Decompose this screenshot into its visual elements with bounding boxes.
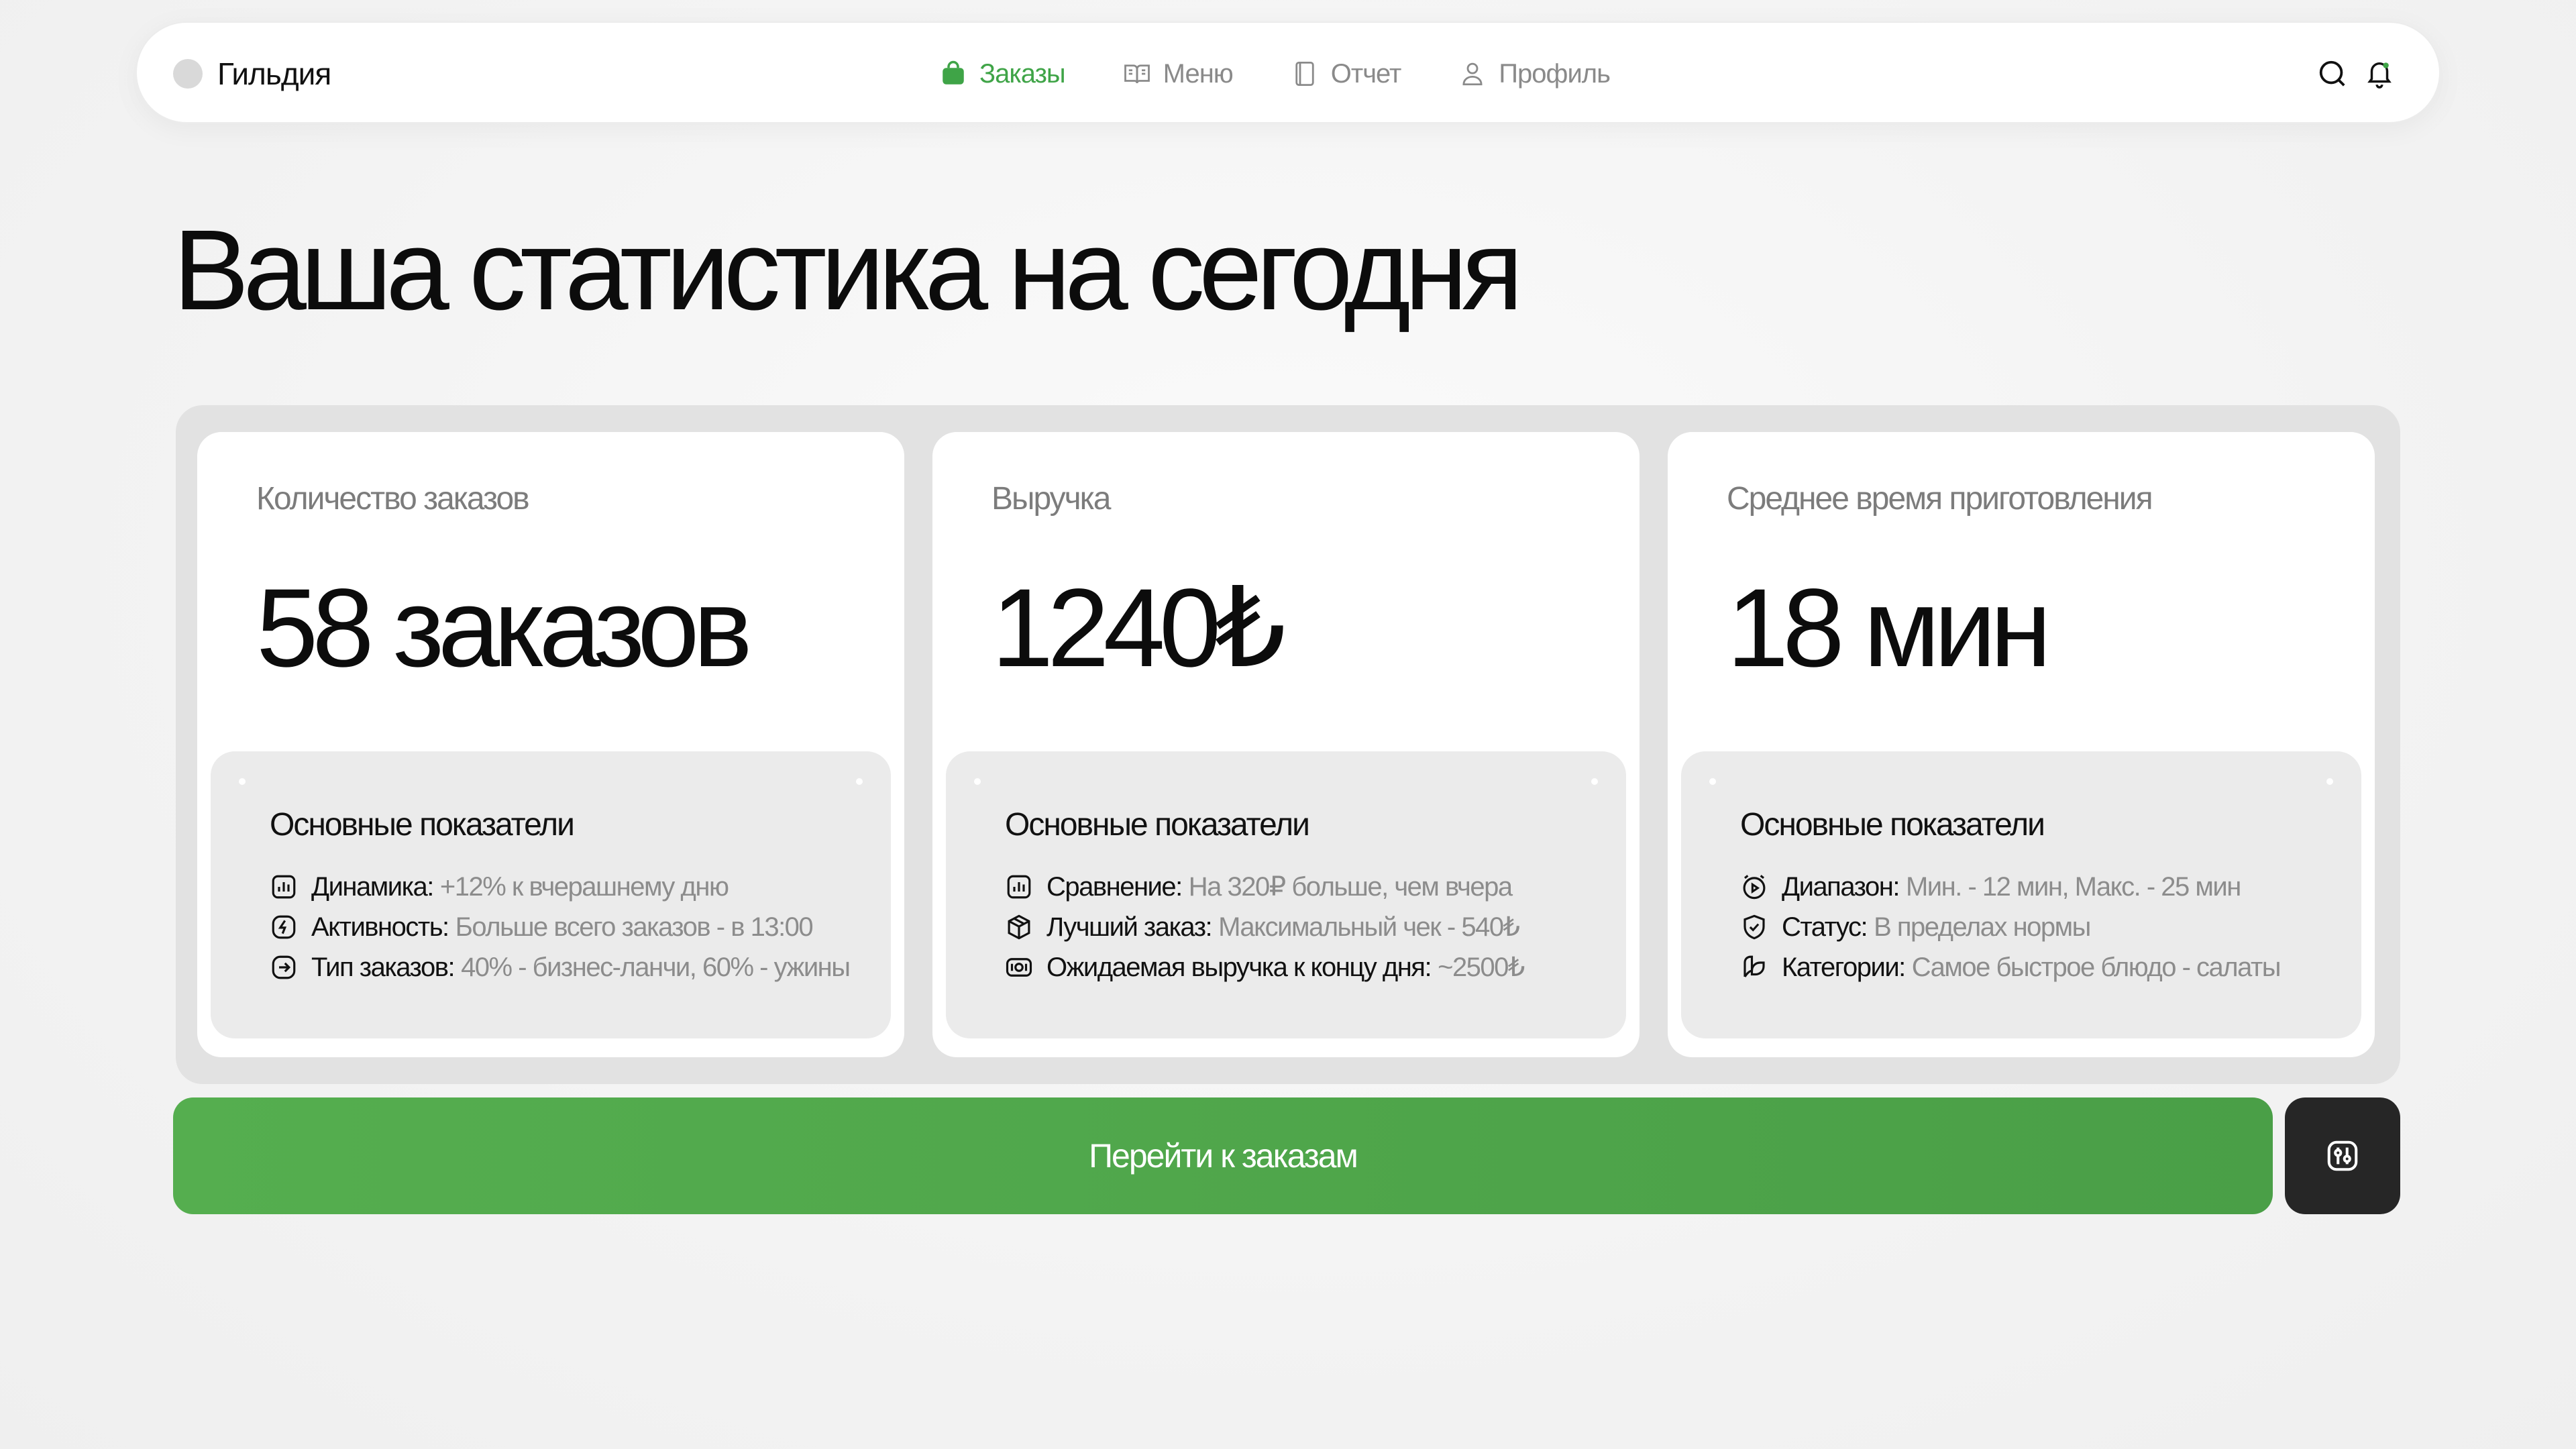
sliders-icon xyxy=(2327,1140,2358,1171)
details-title: Основные показатели xyxy=(1005,807,1310,843)
shopping-bag-icon xyxy=(943,60,964,85)
nav-links: Заказы Меню Отчет Профиль xyxy=(939,23,1611,125)
detail-value: Мин. - 12 мин, Макс. - 25 мин xyxy=(1905,871,2241,902)
detail-row: Лучший заказ: Максимальный чек - 540₺ xyxy=(1005,907,1524,947)
nav-item-profile[interactable]: Профиль xyxy=(1458,58,1611,89)
user-icon xyxy=(1462,62,1483,86)
card-value: 1240₺ xyxy=(991,566,1286,690)
nav-item-label: Заказы xyxy=(979,58,1066,89)
bell-icon[interactable] xyxy=(2364,58,2395,89)
go-to-orders-button[interactable]: Перейти к заказам xyxy=(173,1097,2273,1214)
card-label: Количество заказов xyxy=(256,481,530,517)
brand-logo xyxy=(173,59,203,89)
card-label: Среднее время приготовления xyxy=(1727,481,2153,517)
detail-key: Динамика: xyxy=(311,871,434,902)
detail-row: Активность: Больше всего заказов - в 13:… xyxy=(270,907,850,947)
nav-item-orders[interactable]: Заказы xyxy=(939,58,1066,89)
detail-key: Тип заказов: xyxy=(311,952,455,982)
detail-value: ~2500₺ xyxy=(1438,953,1525,982)
filter-settings-button[interactable] xyxy=(2285,1097,2400,1214)
search-icon[interactable] xyxy=(2317,58,2348,89)
shield-check-icon xyxy=(1743,914,1765,940)
detail-row: Статус: В пределах нормы xyxy=(1740,907,2280,947)
decor-dot xyxy=(2326,778,2333,785)
detail-key: Ожидаемая выручка к концу дня: xyxy=(1046,952,1432,982)
decor-dot xyxy=(856,778,863,785)
nav-item-report[interactable]: Отчет xyxy=(1291,59,1401,89)
card-label: Выручка xyxy=(991,481,1111,517)
card-details: Основные показатели Сравнение: На 320₽ б… xyxy=(946,751,1626,1038)
arrow-right-square-icon xyxy=(272,955,296,979)
detail-key: Активность: xyxy=(311,912,449,942)
detail-key: Категории: xyxy=(1782,952,1906,982)
revenue-card: Выручка 1240₺ Основные показатели Сравне… xyxy=(932,432,1640,1057)
lightning-icon xyxy=(272,915,296,939)
nav-item-label: Отчет xyxy=(1330,58,1402,89)
decor-dot xyxy=(1709,778,1716,785)
detail-value: 40% - бизнес-ланчи, 60% - ужины xyxy=(461,952,851,982)
nav-actions xyxy=(2317,23,2395,125)
book-open-icon xyxy=(1124,64,1150,84)
bar-chart-icon xyxy=(272,875,296,899)
details-title: Основные показатели xyxy=(270,807,575,843)
detail-value: Максимальный чек - 540₺ xyxy=(1218,912,1520,942)
brand-name: Гильдия xyxy=(217,56,331,91)
detail-key: Сравнение: xyxy=(1046,871,1183,902)
avg-cook-time-card: Среднее время приготовления 18 мин Основ… xyxy=(1668,432,2375,1057)
card-value: 58 заказов xyxy=(256,566,753,690)
detail-key: Лучший заказ: xyxy=(1046,912,1213,942)
decor-dot xyxy=(974,778,981,785)
nav-item-label: Меню xyxy=(1163,58,1234,89)
detail-value: Больше всего заказов - в 13:00 xyxy=(455,912,814,942)
detail-value: На 320₽ больше, чем вчера xyxy=(1188,872,1513,902)
top-navbar: Гильдия Заказы Меню Отчет Профиль xyxy=(136,21,2440,123)
detail-row: Динамика: +12% к вчерашнему дню xyxy=(270,867,850,907)
timer-icon xyxy=(1743,875,1766,900)
card-value: 18 мин xyxy=(1727,566,2051,690)
nav-item-menu[interactable]: Меню xyxy=(1123,58,1234,89)
nav-item-label: Профиль xyxy=(1499,58,1611,89)
card-details: Основные показатели Диапазон: Мин. - 12 … xyxy=(1681,751,2361,1038)
detail-value: +12% к вчерашнему дню xyxy=(439,871,729,902)
brand[interactable]: Гильдия xyxy=(173,23,331,125)
money-icon xyxy=(1006,958,1032,977)
leaf-icon xyxy=(1743,955,1765,977)
detail-key: Статус: xyxy=(1782,912,1868,942)
detail-row: Категории: Самое быстрое блюдо - салаты xyxy=(1740,947,2282,987)
page-title: Ваша статистика на сегодня xyxy=(173,207,1523,334)
detail-key: Диапазон: xyxy=(1782,871,1900,902)
box-icon xyxy=(1008,914,1030,940)
stats-panel: Количество заказов 58 заказов Основные п… xyxy=(176,405,2400,1084)
bar-chart-icon xyxy=(1007,875,1031,899)
decor-dot xyxy=(1591,778,1598,785)
card-details: Основные показатели Динамика: +12% к вче… xyxy=(211,751,891,1038)
detail-row: Сравнение: На 320₽ больше, чем вчера xyxy=(1005,867,1524,907)
decor-dot xyxy=(239,778,246,785)
detail-row: Ожидаемая выручка к концу дня: ~2500₺ xyxy=(1005,947,1525,987)
orders-count-card: Количество заказов 58 заказов Основные п… xyxy=(197,432,904,1057)
detail-row: Диапазон: Мин. - 12 мин, Макс. - 25 мин xyxy=(1740,867,2280,907)
detail-value: Самое быстрое блюдо - салаты xyxy=(1911,952,2282,982)
book-icon xyxy=(1295,61,1314,87)
detail-value: В пределах нормы xyxy=(1874,912,2091,942)
detail-row: Тип заказов: 40% - бизнес-ланчи, 60% - у… xyxy=(270,947,851,987)
details-title: Основные показатели xyxy=(1740,807,2045,843)
